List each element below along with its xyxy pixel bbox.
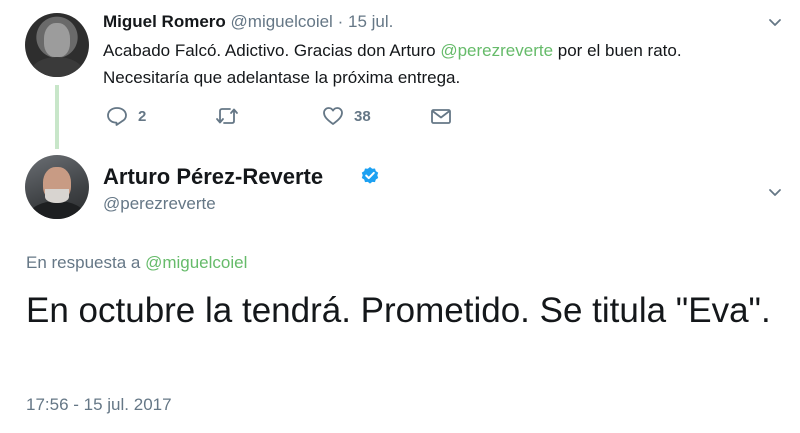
reply-tweet-header: Miguel Romero @miguelcoiel · 15 jul. — [103, 12, 393, 32]
message-icon — [431, 109, 451, 124]
avatar-face — [44, 23, 70, 57]
author-handle[interactable]: @perezreverte — [103, 194, 216, 214]
retweet-icon — [216, 108, 238, 124]
chevron-down-icon[interactable] — [768, 16, 782, 30]
avatar-beard — [45, 189, 69, 203]
author-name[interactable]: Arturo Pérez-Reverte — [103, 164, 323, 190]
tweet-date[interactable]: 15 jul. — [348, 12, 393, 31]
author-name[interactable]: Miguel Romero — [103, 12, 226, 31]
retweet-button[interactable] — [214, 106, 250, 126]
like-button[interactable]: 38 — [322, 106, 371, 126]
mention-link[interactable]: @perezreverte — [440, 41, 553, 60]
reply-prefix: En respuesta a — [26, 253, 146, 272]
reply-count: 2 — [138, 107, 147, 125]
avatar-shirt — [31, 57, 83, 77]
tweet-timestamp[interactable]: 17:56 - 15 jul. 2017 — [26, 395, 172, 415]
like-icon — [323, 107, 343, 125]
reply-tweet-text: Acabado Falcó. Adictivo. Gracias don Art… — [103, 37, 763, 91]
tweet-actions: 2 38 — [0, 106, 800, 130]
tweet-text-part: Acabado Falcó. Adictivo. Gracias don Art… — [103, 41, 441, 60]
main-tweet-text: En octubre la tendrá. Prometido. Se titu… — [26, 291, 771, 330]
separator-dot: · — [337, 12, 344, 31]
reply-button[interactable]: 2 — [106, 106, 146, 126]
avatar-miguel-romero[interactable] — [25, 13, 89, 77]
chevron-down-icon[interactable] — [768, 186, 782, 200]
avatar-arturo-perez-reverte[interactable] — [25, 155, 89, 219]
direct-message-button[interactable] — [430, 106, 452, 126]
like-count: 38 — [354, 107, 371, 125]
reply-icon — [107, 107, 127, 126]
reply-mention-link[interactable]: @miguelcoiel — [145, 253, 247, 272]
verified-badge-icon — [361, 167, 379, 184]
reply-context: En respuesta a @miguelcoiel — [26, 253, 247, 273]
avatar-jacket — [29, 201, 85, 219]
author-handle[interactable]: @miguelcoiel — [231, 12, 333, 31]
